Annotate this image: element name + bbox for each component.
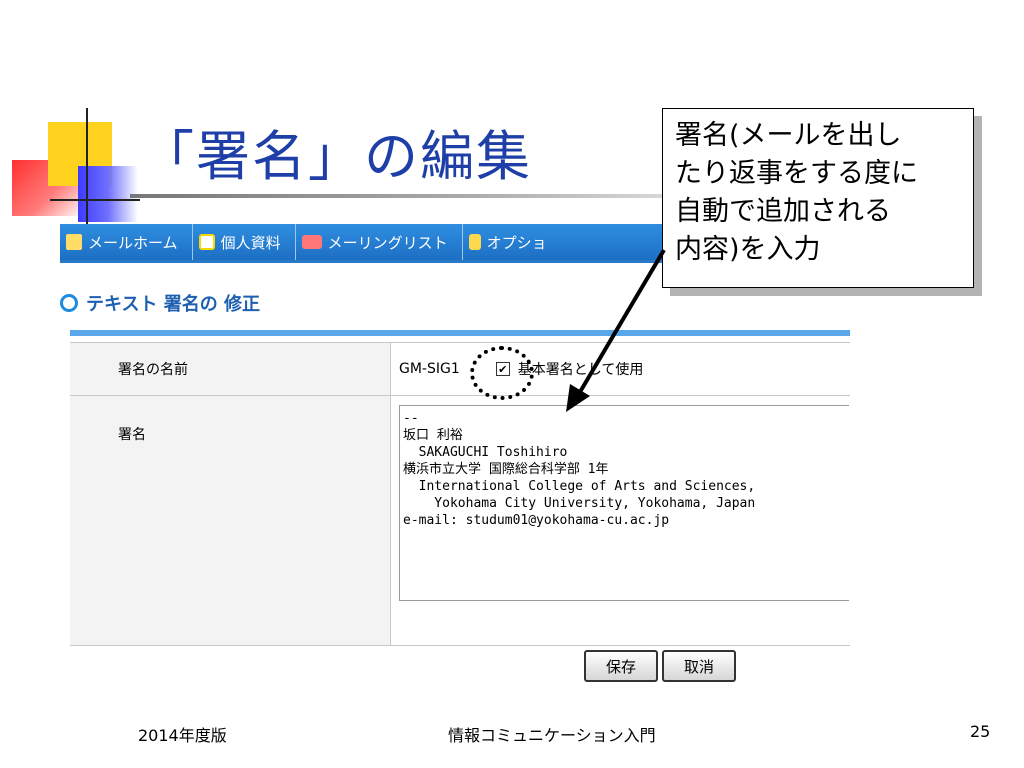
mail-nav-bar: メールホーム 個人資料 メーリングリスト オプショ — [60, 224, 665, 263]
default-signature-checkbox-label: 基本署名として使用 — [517, 362, 644, 378]
signature-name-cell: GM-SIG1 ✔ 基本署名として使用 — [390, 342, 850, 396]
mailing-list-icon — [301, 235, 322, 249]
decor-horizontal-line — [50, 199, 140, 201]
footer-year: 2014年度版 — [138, 726, 227, 745]
cancel-button[interactable]: 取消 — [662, 650, 736, 682]
option-icon — [468, 234, 481, 250]
checkbox-highlight-circle — [470, 346, 534, 400]
nav-item-label: 個人資料 — [220, 233, 281, 252]
section-title: テキスト 署名の 修正 — [60, 290, 260, 316]
signature-name-row: 署名の名前 GM-SIG1 ✔ 基本署名として使用 — [70, 342, 850, 396]
slide-title: 「署名」の編集 — [140, 125, 532, 188]
home-icon — [66, 234, 82, 250]
signature-text-cell: -- 坂口 利裕 SAKAGUCHI Toshihiro 横浜市立大学 国際総合… — [390, 395, 850, 646]
signature-name-value: GM-SIG1 — [399, 361, 460, 377]
signature-form: 署名の名前 GM-SIG1 ✔ 基本署名として使用 署名 -- 坂口 利裕 SA… — [70, 342, 850, 646]
signature-text-row: 署名 -- 坂口 利裕 SAKAGUCHI Toshihiro 横浜市立大学 国… — [70, 395, 850, 646]
signature-textarea[interactable]: -- 坂口 利裕 SAKAGUCHI Toshihiro 横浜市立大学 国際総合… — [399, 405, 849, 601]
table-top-bar — [70, 330, 850, 336]
callout-box: 署名(メールを出し たり返事をする度に 自動で追加される 内容)を入力 — [662, 108, 974, 288]
nav-item-mailing-list[interactable]: メーリングリスト — [296, 224, 463, 260]
nav-item-options[interactable]: オプショ — [463, 224, 561, 260]
decor-vertical-line — [86, 108, 88, 224]
title-underline — [130, 194, 690, 198]
nav-item-mail-home[interactable]: メールホーム — [60, 224, 193, 260]
profile-icon — [198, 234, 215, 250]
nav-item-label: メーリングリスト — [327, 233, 448, 252]
save-button[interactable]: 保存 — [584, 650, 658, 682]
nav-item-profile[interactable]: 個人資料 — [193, 224, 296, 260]
circle-bullet-icon — [60, 294, 78, 312]
page-number: 25 — [970, 722, 991, 741]
nav-item-label: オプショ — [486, 233, 547, 252]
section-title-text: テキスト 署名の 修正 — [86, 294, 260, 315]
nav-item-label: メールホーム — [88, 233, 178, 252]
signature-label: 署名 — [70, 395, 391, 646]
footer-course-title: 情報コミュニケーション入門 — [448, 726, 656, 745]
signature-name-label: 署名の名前 — [70, 342, 391, 396]
